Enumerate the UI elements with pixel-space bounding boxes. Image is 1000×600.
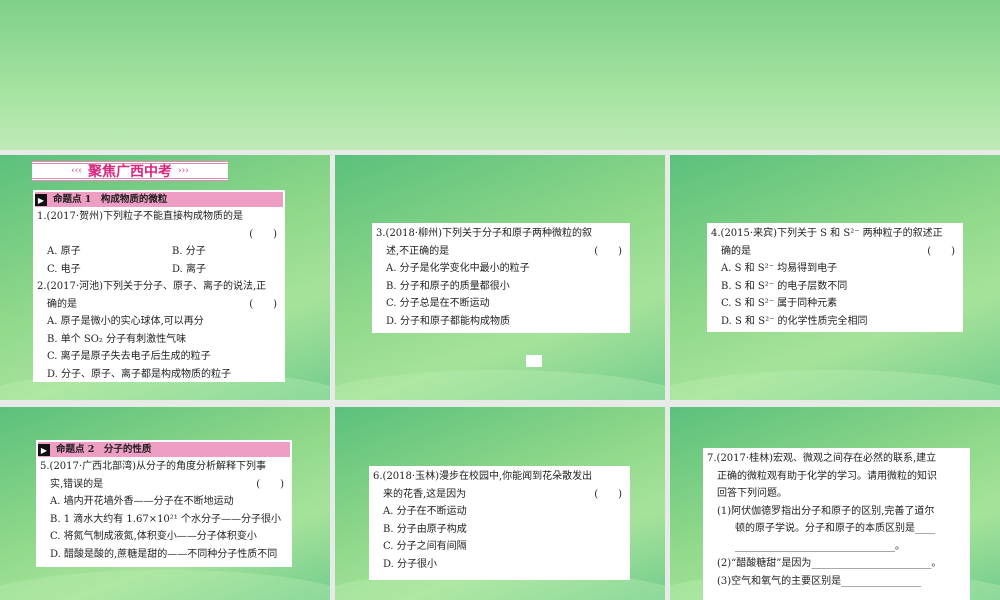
option-a: A. S 和 S²⁻ 均易得到电子 xyxy=(721,263,838,274)
question-box: ▶ 命题点 1 构成物质的微粒 1.(2017·贺州)下列粒子不能直接构成物质的是… xyxy=(33,190,285,382)
play-triangle-icon: ▶ xyxy=(38,443,50,456)
option-c: C. 将氮气制成液氮,体积变小——分子体积变小 xyxy=(50,531,257,542)
option-d: D. 离子 xyxy=(172,263,207,275)
option-d: D. 醋酸是酸的,蔗糖是甜的——不同种分子性质不同 xyxy=(50,548,278,560)
question-box: 7.(2017·桂林)宏观、微观之间存在必然的联系,建立 正确的微粒观有助于化学… xyxy=(703,448,970,600)
answer-blank: ( ) xyxy=(249,228,277,240)
blank-placeholder xyxy=(526,355,542,367)
option-d: D. 分子很小 xyxy=(383,558,438,570)
option-b: B. 分子由原子构成 xyxy=(383,523,467,535)
sub-question-1: (1)阿伏伽德罗指出分子和原子的区别,完善了道尔 xyxy=(717,505,935,517)
slide-thumbnail-3[interactable]: 4.(2015·来宾)下列关于 S 和 S²⁻ 两种粒子的叙述正 确的是( ) … xyxy=(670,155,1000,400)
question-box: 4.(2015·来宾)下列关于 S 和 S²⁻ 两种粒子的叙述正 确的是( ) … xyxy=(707,223,963,332)
sub-question-1-cont: 顿的原子学说。分子和原子的本质区别是____ xyxy=(735,523,935,534)
option-a: A. 分子在不断运动 xyxy=(383,506,467,517)
question-stem: 5.(2017·广西北部湾)从分子的角度分析解释下列事 xyxy=(40,461,266,472)
option-d: D. 分子和原子都能构成物质 xyxy=(386,315,511,327)
option-b: B. 分子和原子的质量都很小 xyxy=(386,280,510,292)
banner-title: 聚焦广西中考 xyxy=(88,164,172,180)
slide-thumbnail-5[interactable]: 6.(2018·玉林)漫步在校园中,你能闻到花朵散发出 来的花香,这是因为 ( )… xyxy=(335,407,665,600)
answer-blank: ( ) xyxy=(594,245,622,257)
section-title: 命题点 1 构成物质的微粒 xyxy=(53,194,168,205)
question-stem: 7.(2017·桂林)宏观、微观之间存在必然的联系,建立 xyxy=(707,453,937,464)
option-a: A. 原子是微小的实心球体,可以再分 xyxy=(47,316,204,327)
option-d: D. 分子、原子、离子都是构成物质的粒子 xyxy=(47,368,232,380)
answer-blank: ( ) xyxy=(927,245,955,257)
question-stem: 1.(2017·贺州)下列粒子不能直接构成物质的是 xyxy=(37,211,243,222)
section-banner: ‹‹‹ 聚焦广西中考 ››› xyxy=(32,161,228,181)
previous-slide-partial[interactable] xyxy=(0,0,1000,150)
question-stem: 4.(2015·来宾)下列关于 S 和 S²⁻ 两种粒子的叙述正 xyxy=(711,228,943,239)
option-c: C. 离子是原子失去电子后生成的粒子 xyxy=(47,351,211,362)
play-triangle-icon: ▶ xyxy=(35,193,47,206)
option-c: C. 分子之间有间隔 xyxy=(383,541,467,552)
question-stem-cont: 来的花香,这是因为 xyxy=(383,488,467,500)
question-stem: 2.(2017·河池)下列关于分子、原子、离子的说法,正 xyxy=(37,281,267,292)
slide-thumbnail-6[interactable]: 7.(2017·桂林)宏观、微观之间存在必然的联系,建立 正确的微粒观有助于化学… xyxy=(670,407,1000,600)
question-stem-cont: 正确的微粒观有助于化学的学习。请用微粒的知识 xyxy=(717,470,937,482)
question-stem-cont: 述,不正确的是 xyxy=(386,245,450,257)
section-title: 命题点 2 分子的性质 xyxy=(56,444,152,455)
option-b: B. 单个 SO₂ 分子有刺激性气味 xyxy=(47,333,187,345)
question-box: 3.(2018·柳州)下列关于分子和原子两种微粒的叙 述,不正确的是 ( ) A.… xyxy=(372,223,630,333)
answer-blank: ( ) xyxy=(594,488,622,500)
option-a: A. 分子是化学变化中最小的粒子 xyxy=(386,263,530,274)
answer-blank: ( ) xyxy=(256,478,284,490)
question-stem: 6.(2018·玉林)漫步在校园中,你能闻到花朵散发出 xyxy=(373,471,593,482)
option-b: B. S 和 S²⁻ 的电子层数不同 xyxy=(721,280,848,292)
section-header: ▶ 命题点 2 分子的性质 xyxy=(38,442,290,457)
option-b: B. 分子 xyxy=(172,246,206,257)
question-stem-cont: 实,错误的是 xyxy=(50,478,104,490)
option-c: C. 电子 xyxy=(47,263,81,275)
question-stem-cont: 回答下列问题。 xyxy=(717,488,787,499)
option-c: C. S 和 S²⁻ 属于同种元素 xyxy=(721,298,838,309)
question-box: 6.(2018·玉林)漫步在校园中,你能闻到花朵散发出 来的花香,这是因为 ( )… xyxy=(369,466,630,580)
option-b: B. 1 滴水大约有 1.67×10²¹ 个水分子——分子很小 xyxy=(50,513,281,525)
question-stem: 3.(2018·柳州)下列关于分子和原子两种微粒的叙 xyxy=(376,228,592,239)
banner-decoration: ››› xyxy=(178,166,189,176)
question-box: ▶ 命题点 2 分子的性质 5.(2017·广西北部湾)从分子的角度分析解释下列事… xyxy=(36,440,292,567)
slide-thumbnail-2[interactable]: 3.(2018·柳州)下列关于分子和原子两种微粒的叙 述,不正确的是 ( ) A.… xyxy=(335,155,665,400)
answer-blank: ( ) xyxy=(249,298,277,310)
sub-question-2: (2)“醋酸糖甜”是因为________________________。 xyxy=(717,558,942,569)
divider xyxy=(0,400,1000,407)
option-c: C. 分子总是在不断运动 xyxy=(386,298,490,309)
slide-thumbnail-4[interactable]: ▶ 命题点 2 分子的性质 5.(2017·广西北部湾)从分子的角度分析解释下列事… xyxy=(0,407,330,600)
slide-thumbnail-1[interactable]: ‹‹‹ 聚焦广西中考 ››› ▶ 命题点 1 构成物质的微粒 1.(2017·贺州… xyxy=(0,155,330,400)
option-d: D. S 和 S²⁻ 的化学性质完全相同 xyxy=(721,315,868,327)
option-a: A. 墙内开花墙外香——分子在不断地运动 xyxy=(50,496,234,507)
banner-decoration: ‹‹‹ xyxy=(71,166,82,176)
answer-line: ________________________________。 xyxy=(735,540,905,552)
option-a: A. 原子 xyxy=(47,246,81,257)
question-stem-cont: 确的是 xyxy=(47,298,77,310)
section-header: ▶ 命题点 1 构成物质的微粒 xyxy=(35,192,283,207)
question-stem-cont: 确的是 xyxy=(721,245,751,257)
sub-question-3: (3)空气和氧气的主要区别是________________ xyxy=(717,575,922,587)
